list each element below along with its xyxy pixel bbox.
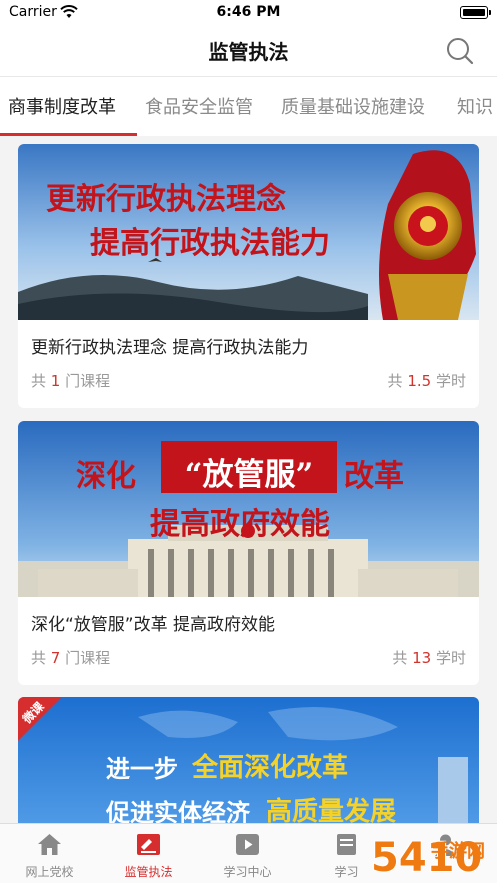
course-card[interactable]: 微课 进一步 全面深化改革 促进实体经济 高质量发展 (18, 697, 479, 823)
course-title[interactable]: 更新行政执法理念 提高行政执法能力 (31, 333, 308, 358)
banner-headline: 深化 (76, 459, 136, 494)
banner-headline: 进一步 (106, 754, 178, 783)
course-count: 共 7 门课程 (31, 649, 111, 667)
category-tabs: 商事制度改革 食品安全监管 质量基础设施建设 知识 (0, 76, 497, 136)
banner-headline-highlight: 高质量发展 (266, 797, 397, 823)
status-bar: Carrier 6:46 PM (0, 0, 497, 24)
banner-headline: 更新行政执法理念 (46, 182, 286, 217)
page-title: 监管执法 (208, 40, 289, 64)
video-play-icon (236, 834, 259, 855)
tabbar-item-party-school[interactable]: 网上党校 (0, 824, 99, 883)
course-banner[interactable]: 深化 “放管服” 改革 提高政府效能 (18, 421, 479, 597)
banner-headline: 改革 (344, 459, 404, 494)
active-tab-indicator (0, 133, 137, 136)
tabbar-item-enforcement[interactable]: 监管执法 (99, 824, 198, 883)
course-card[interactable]: 深化 “放管服” 改革 提高政府效能 深化“放管服”改革 提高政府效能 共 7 … (18, 421, 479, 685)
banner-headline: 提高政府效能 (150, 507, 330, 542)
banner-headline-highlight: 全面深化改革 (192, 753, 349, 783)
search-icon[interactable] (445, 36, 475, 66)
banner-headline-highlight: “放管服” (184, 457, 314, 493)
tabbar-label: 学习中心 (223, 865, 272, 879)
banner-headline: 提高行政执法能力 (90, 226, 330, 261)
tab-knowledge[interactable]: 知识 (457, 93, 493, 119)
tabbar-label: 监管执法 (124, 865, 173, 879)
study-hours: 共 13 学时 (392, 649, 466, 667)
tabbar-label: 网上党校 (25, 865, 74, 879)
enforcement-icon (137, 834, 160, 855)
nav-bar: 监管执法 (0, 24, 497, 76)
course-banner[interactable]: 更新行政执法理念 提高行政执法能力 (18, 144, 479, 320)
watermark-text: 手游网 (431, 841, 485, 862)
course-card[interactable]: 更新行政执法理念 提高行政执法能力 更新行政执法理念 提高行政执法能力 共 1 … (18, 144, 479, 408)
battery-icon (460, 6, 491, 19)
home-icon (38, 834, 61, 855)
tabbar-item-learning-center[interactable]: 学习中心 (198, 824, 297, 883)
course-count: 共 1 门课程 (31, 372, 111, 390)
tab-quality-infrastructure[interactable]: 质量基础设施建设 (281, 93, 425, 119)
study-hours: 共 1.5 学时 (387, 372, 466, 390)
tab-food-safety[interactable]: 食品安全监管 (145, 93, 253, 119)
watermark-logo: 5410 手游网 (369, 821, 497, 883)
study-icon (337, 834, 356, 855)
course-banner[interactable]: 微课 进一步 全面深化改革 促进实体经济 高质量发展 (18, 697, 479, 823)
status-time: 6:46 PM (216, 4, 281, 20)
tab-business-reform[interactable]: 商事制度改革 (8, 93, 116, 119)
banner-headline: 促进实体经济 (106, 798, 250, 823)
course-title[interactable]: 深化“放管服”改革 提高政府效能 (31, 610, 275, 635)
